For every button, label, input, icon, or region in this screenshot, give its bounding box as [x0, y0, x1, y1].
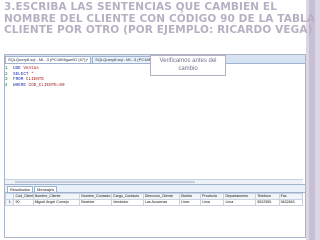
table-cell[interactable]: Beatrice [79, 199, 113, 206]
sql-editor-screenshot: SQLQuery8.sql - MI...3 (PC18Miguel\D (57… [4, 54, 306, 238]
callout-text: Verificamos antes del cambio [159, 58, 217, 72]
column-header[interactable]: Cod_Cliente [13, 193, 34, 200]
sql-keyword: WHERE [13, 82, 26, 88]
results-grid: Cod_Cliente Nombre_Cliente Nombre_Contac… [5, 193, 304, 206]
table-cell[interactable]: Miguel Angel Cornejo [32, 199, 81, 206]
table-cell[interactable]: Lima [223, 199, 257, 206]
column-header[interactable]: Nombre_Contacto [79, 193, 113, 200]
table-cell[interactable]: 5632663 [278, 199, 304, 206]
column-header[interactable]: Cargo_Contacto [111, 193, 144, 200]
sql-text: CLIENTE [23, 77, 44, 83]
grid-header-row: Cod_Cliente Nombre_Cliente Nombre_Contac… [5, 193, 304, 200]
slide-title: 3.Escriba las sentencias que cambien el … [4, 1, 316, 36]
table-cell[interactable]: Vendedor [111, 199, 144, 206]
tab-messages[interactable]: Mensajes [34, 186, 58, 192]
horizontal-scrollbar[interactable] [5, 179, 303, 184]
results-tabs: Resultados Mensajes [5, 184, 305, 193]
sql-keyword: SELECT [13, 71, 29, 77]
query-tab[interactable]: SQLQuery8.sql - MI...3 (PC18Miguel\D (57… [5, 56, 92, 63]
table-cell[interactable]: Lima [200, 199, 225, 206]
row-number: 1 [5, 199, 15, 206]
sql-keyword: FROM [13, 77, 24, 83]
table-cell[interactable]: 5522555 [255, 199, 280, 206]
table-cell[interactable]: 90 [13, 199, 34, 206]
table-cell[interactable]: Las Acucenas [142, 199, 180, 206]
callout-box: Verificamos antes del cambio [150, 55, 226, 76]
scrollbar-thumb[interactable] [15, 181, 195, 183]
sql-text: Ventas [20, 66, 39, 71]
sql-text: COD_CLIENTE=90 [25, 82, 65, 88]
sql-text: * [28, 71, 34, 77]
query-editor[interactable]: 1 USE Ventas 2 SELECT * 3 FROM CLIENTE 4 WHE… [5, 64, 305, 184]
tab-results[interactable]: Resultados [7, 186, 34, 192]
code-line: 4 WHERE COD_CLIENTE=90 [5, 83, 305, 89]
table-row[interactable]: 1 90 Miguel Angel Cornejo Beatrice Vende… [5, 199, 304, 206]
line-number: 4 [5, 82, 8, 88]
table-cell[interactable]: Lince [178, 199, 202, 206]
sql-keyword: USE [13, 66, 21, 71]
